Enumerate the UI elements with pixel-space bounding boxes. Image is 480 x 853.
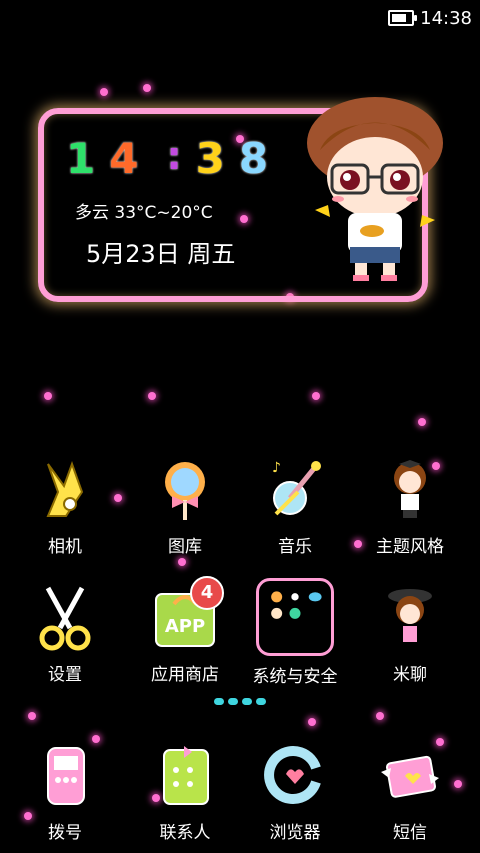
sparkle-dot — [28, 712, 36, 720]
contacts-icon — [150, 742, 220, 812]
page-dot — [228, 698, 238, 705]
page-dot — [214, 698, 224, 705]
sparkle-dot — [100, 88, 108, 96]
cartoon-girl-illustration — [307, 97, 443, 281]
clock-digit: 8 — [238, 134, 271, 183]
sparkle-dot — [418, 418, 426, 426]
clock-digit: 1 — [66, 134, 98, 183]
app-sms[interactable]: 短信 — [360, 742, 460, 843]
status-time: 14:38 — [420, 7, 472, 29]
widget-clock: 1 4 : 3 8 — [66, 134, 270, 183]
sparkle-dot — [143, 84, 151, 92]
folder-icon — [256, 578, 334, 656]
camera-icon — [30, 456, 100, 526]
phone-icon — [30, 742, 100, 812]
sms-icon — [375, 742, 445, 812]
app-label: 图库 — [168, 537, 202, 557]
sparkle-dot — [308, 718, 316, 726]
app-label: 设置 — [48, 665, 82, 685]
page-dot — [256, 698, 266, 705]
notification-badge: 4 — [190, 576, 224, 610]
svg-text:♪: ♪ — [272, 460, 281, 476]
widget-date: 5月23日 周五 — [86, 240, 236, 268]
gallery-icon — [150, 456, 220, 526]
battery-icon — [388, 10, 418, 26]
sparkle-dot — [376, 712, 384, 720]
app-label: 系统与安全 — [252, 667, 338, 687]
clock-digit: 4 — [109, 134, 141, 183]
settings-icon — [30, 584, 100, 654]
app-contacts[interactable]: 联系人 — [135, 742, 235, 843]
app-store[interactable]: APP 4 应用商店 — [135, 576, 235, 685]
app-gallery[interactable]: 图库 — [135, 456, 235, 557]
app-theme[interactable]: 主题风格 — [360, 456, 460, 557]
app-music[interactable]: ♪ 音乐 — [245, 456, 345, 557]
app-label: 浏览器 — [269, 823, 321, 843]
widget-weather: 多云 33°C~20°C — [75, 203, 213, 223]
app-browser[interactable]: 浏览器 — [245, 742, 345, 843]
sparkle-dot — [148, 392, 156, 400]
app-label: 拨号 — [48, 823, 82, 843]
music-icon: ♪ — [260, 456, 330, 526]
status-bar: 14:38 — [388, 6, 472, 30]
sparkle-dot — [44, 392, 52, 400]
folder-system-security[interactable]: 系统与安全 — [245, 578, 345, 687]
browser-icon — [260, 742, 330, 812]
app-label: 联系人 — [159, 823, 211, 843]
chat-icon — [375, 584, 445, 654]
clock-digit: 3 — [195, 134, 227, 183]
app-label: 应用商店 — [151, 665, 219, 685]
app-label: 音乐 — [278, 537, 312, 557]
clock-separator: : — [166, 134, 184, 178]
app-store-icon: APP 4 — [150, 576, 224, 654]
app-store-text: APP — [165, 616, 205, 637]
sparkle-dot — [178, 558, 186, 566]
sparkle-dot — [312, 392, 320, 400]
app-label: 主题风格 — [376, 537, 444, 557]
page-indicator[interactable] — [214, 698, 266, 705]
page-dot — [242, 698, 252, 705]
sparkle-dot — [114, 494, 122, 502]
app-settings[interactable]: 设置 — [15, 584, 115, 685]
theme-icon — [375, 456, 445, 526]
app-chat[interactable]: 米聊 — [360, 584, 460, 685]
app-label: 米聊 — [393, 665, 427, 685]
app-label: 相机 — [48, 537, 82, 557]
app-phone[interactable]: 拨号 — [15, 742, 115, 843]
app-camera[interactable]: 相机 — [15, 456, 115, 557]
app-label: 短信 — [393, 823, 427, 843]
